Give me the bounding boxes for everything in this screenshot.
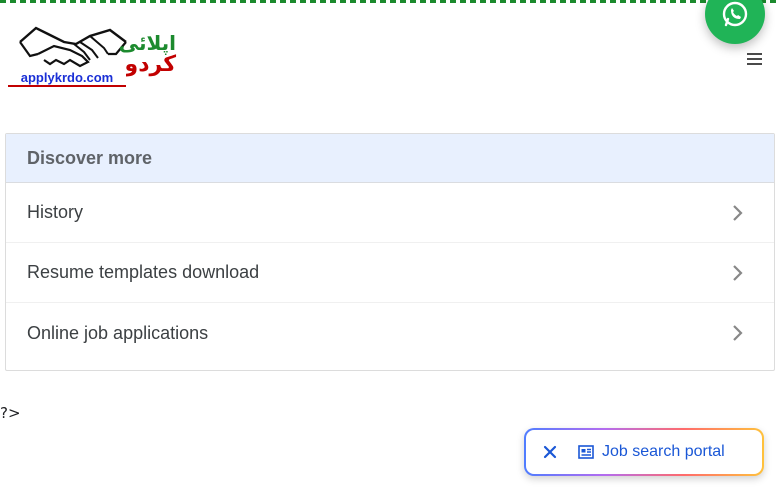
chevron-right-icon xyxy=(733,264,743,281)
newspaper-icon xyxy=(578,445,594,459)
menu-bar xyxy=(746,53,762,55)
discover-item-online-job-applications[interactable]: Online job applications xyxy=(6,303,774,363)
chevron-right-icon xyxy=(733,325,743,341)
logo-urdu-line1: اپلائی xyxy=(118,31,176,55)
discover-more-title: Discover more xyxy=(6,134,774,183)
stray-code-text: ?> xyxy=(0,404,21,422)
discover-item-history[interactable]: History xyxy=(6,183,774,243)
site-logo[interactable]: اپلائی کردو applykrdo.com xyxy=(8,20,176,88)
discover-item-label: History xyxy=(27,202,84,222)
hamburger-menu-button[interactable] xyxy=(744,50,764,66)
chevron-right-icon xyxy=(733,204,743,221)
discover-more-panel: Discover more History Resume templates d… xyxy=(5,133,775,371)
close-icon xyxy=(543,445,557,459)
discover-item-label: Online job applications xyxy=(27,322,209,343)
close-button[interactable] xyxy=(530,430,570,474)
floating-job-portal-bar: Job search portal xyxy=(524,428,764,476)
whatsapp-button[interactable] xyxy=(705,0,765,44)
menu-bar xyxy=(746,58,762,60)
logo-domain-text: applykrdo.com xyxy=(8,70,126,87)
discover-item-resume-templates[interactable]: Resume templates download xyxy=(6,243,774,303)
handshake-icon xyxy=(19,26,127,68)
job-search-portal-label: Job search portal xyxy=(602,443,725,460)
whatsapp-icon xyxy=(722,1,748,27)
discover-item-label: Resume templates download xyxy=(27,262,260,282)
menu-bar xyxy=(746,63,762,65)
top-dotted-border xyxy=(0,0,780,3)
job-search-portal-link[interactable]: Job search portal xyxy=(578,443,725,461)
